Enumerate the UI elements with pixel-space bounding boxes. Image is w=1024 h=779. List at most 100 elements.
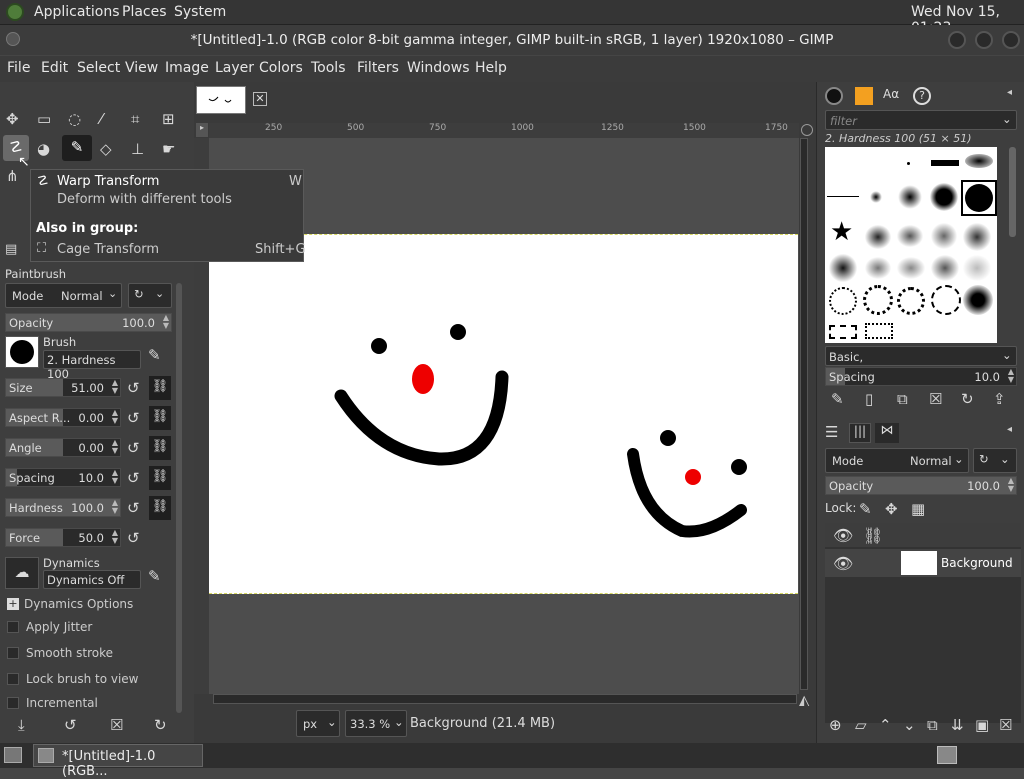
channels-tab-icon[interactable]: ||| bbox=[849, 423, 871, 443]
layer-opacity-slider[interactable]: Opacity 100.0 ▲ ▼ bbox=[825, 476, 1017, 495]
layers-list[interactable]: 👁 ⛓ 👁 Background bbox=[825, 523, 1021, 723]
reset-icon[interactable]: ↺ bbox=[127, 529, 140, 547]
patterns-tab-icon[interactable] bbox=[855, 87, 873, 105]
brush-grid[interactable]: ★ bbox=[825, 147, 997, 343]
close-button[interactable] bbox=[1002, 31, 1020, 49]
hardness-slider[interactable]: Hardness 100.0 ▲ ▼ bbox=[5, 498, 121, 517]
edit-dynamics-icon[interactable]: ✎ bbox=[148, 567, 161, 585]
layers-tab-icon[interactable]: ☰ bbox=[825, 423, 838, 441]
menu-select[interactable]: Select bbox=[77, 60, 120, 76]
visibility-eye-icon[interactable]: 👁 bbox=[833, 554, 853, 573]
smooth-stroke-checkbox[interactable] bbox=[7, 647, 19, 659]
dynamics-preview[interactable]: ☁ bbox=[5, 557, 39, 589]
new-group-icon[interactable]: ▱ bbox=[855, 716, 867, 734]
menu-view[interactable]: View bbox=[125, 60, 158, 76]
spin-arrows-icon[interactable]: ▲ ▼ bbox=[112, 529, 118, 545]
show-desktop-icon[interactable] bbox=[4, 747, 22, 763]
spin-arrows-icon[interactable]: ▲ ▼ bbox=[163, 314, 169, 330]
lasso-icon[interactable]: ◌ bbox=[68, 110, 81, 128]
minimize-button[interactable] bbox=[948, 31, 966, 49]
quick-mask-corner-icon[interactable]: ▸ bbox=[196, 123, 208, 137]
menu-tools[interactable]: Tools bbox=[311, 60, 346, 76]
zoom-select[interactable]: 33.3 % ⌄ bbox=[345, 710, 407, 737]
lock-position-icon[interactable]: ✥ bbox=[885, 500, 898, 518]
paths-icon[interactable]: ⋔ bbox=[6, 167, 19, 185]
zoom-canvas-icon[interactable] bbox=[801, 124, 813, 136]
lock-brush-checkbox[interactable] bbox=[7, 673, 19, 685]
layer-mode-select[interactable]: Mode Normal ⌄ bbox=[825, 448, 969, 473]
duplicate-brush-icon[interactable]: ⧉ bbox=[897, 390, 908, 408]
reset-icon[interactable]: ↺ bbox=[127, 439, 140, 457]
link-chain-icon[interactable]: ⛓ bbox=[149, 496, 171, 520]
merge-layer-icon[interactable]: ⇊ bbox=[951, 716, 964, 734]
aspect-ratio-slider[interactable]: Aspect R... 0.00 ▲ ▼ bbox=[5, 408, 121, 427]
menu-image[interactable]: Image bbox=[165, 60, 209, 76]
brush-as-image-icon[interactable]: ⇪ bbox=[993, 390, 1006, 408]
refresh-brushes-icon[interactable]: ↻ bbox=[961, 390, 974, 408]
apply-jitter-label[interactable]: Apply Jitter bbox=[26, 620, 92, 634]
reset-icon[interactable]: ↺ bbox=[127, 469, 140, 487]
size-slider[interactable]: Size 51.00 ▲ ▼ bbox=[5, 378, 121, 397]
apply-jitter-checkbox[interactable] bbox=[7, 621, 19, 633]
taskbar-item[interactable]: *[Untitled]-1.0 (RGB... bbox=[33, 744, 203, 779]
expander-plus-icon[interactable]: + bbox=[7, 598, 19, 610]
duplicate-layer-icon[interactable]: ⧉ bbox=[927, 716, 938, 734]
horizontal-ruler[interactable]: 250 500 750 1000 1250 1500 1750 bbox=[209, 123, 799, 138]
workspace-switcher-icon[interactable] bbox=[937, 746, 957, 764]
dynamics-options-label[interactable]: Dynamics Options bbox=[24, 597, 133, 611]
move-icon[interactable]: ✥ bbox=[6, 110, 19, 128]
menu-filters[interactable]: Filters bbox=[357, 60, 399, 76]
system-menu[interactable]: System bbox=[174, 4, 226, 20]
brush-tag-select[interactable]: Basic, ⌄ bbox=[825, 346, 1017, 366]
mode-reset-select[interactable]: ↻ ⌄ bbox=[128, 283, 172, 308]
crop-icon[interactable]: ⌗ bbox=[131, 110, 139, 128]
mode-select[interactable]: Mode Normal ⌄ bbox=[5, 283, 122, 308]
dock-menu-icon[interactable]: ◂ bbox=[1007, 424, 1012, 435]
smooth-stroke-label[interactable]: Smooth stroke bbox=[26, 646, 113, 660]
fonts-tab-icon[interactable]: Aα bbox=[883, 87, 899, 101]
unit-select[interactable]: px ⌄ bbox=[296, 710, 340, 737]
raise-layer-icon[interactable]: ⌃ bbox=[879, 716, 892, 734]
brush-name-field[interactable]: 2. Hardness 100 bbox=[43, 350, 141, 381]
angle-slider[interactable]: Angle 0.00 ▲ ▼ bbox=[5, 438, 121, 457]
lock-alpha-icon[interactable]: ▦ bbox=[911, 500, 925, 518]
incremental-label[interactable]: Incremental bbox=[26, 696, 98, 710]
edit-brush-icon[interactable]: ✎ bbox=[148, 346, 161, 364]
menu-windows[interactable]: Windows bbox=[407, 60, 470, 76]
edit-brush-icon[interactable]: ✎ bbox=[831, 390, 844, 408]
spacing-slider[interactable]: Spacing 10.0 ▲ ▼ bbox=[5, 468, 121, 487]
layer-mode-reset[interactable]: ↻ ⌄ bbox=[973, 448, 1017, 473]
spin-arrows-icon[interactable]: ▲ ▼ bbox=[112, 499, 118, 515]
layer-name[interactable]: Background bbox=[941, 556, 1013, 570]
paths-tab-icon[interactable]: ⋈ bbox=[875, 423, 899, 443]
lock-brush-label[interactable]: Lock brush to view bbox=[26, 672, 139, 686]
reset-icon[interactable]: ↺ bbox=[127, 409, 140, 427]
delete-brush-icon[interactable]: ☒ bbox=[929, 390, 942, 408]
new-brush-icon[interactable]: ▯ bbox=[865, 390, 873, 408]
dynamics-name-field[interactable]: Dynamics Off bbox=[43, 570, 141, 589]
new-layer-icon[interactable]: ⊕ bbox=[829, 716, 842, 734]
delete-layer-icon[interactable]: ☒ bbox=[999, 716, 1012, 734]
smudge-icon[interactable]: ☛ bbox=[162, 140, 175, 158]
delete-options-icon[interactable]: ☒ bbox=[110, 716, 123, 734]
lock-pixels-icon[interactable]: ✎ bbox=[859, 500, 872, 518]
brush-filter-input[interactable]: filter ⌄ bbox=[825, 110, 1017, 130]
menu-colors[interactable]: Colors bbox=[259, 60, 303, 76]
brush-grid-scrollbar[interactable] bbox=[1009, 147, 1016, 237]
paintbrush-icon[interactable]: ✎ bbox=[62, 135, 92, 161]
spin-arrows-icon[interactable]: ▲ ▼ bbox=[112, 439, 118, 455]
reset-icon[interactable]: ↺ bbox=[127, 379, 140, 397]
link-chain-icon[interactable]: ⛓ bbox=[149, 436, 171, 460]
link-chain-icon[interactable]: ⛓ bbox=[149, 406, 171, 430]
brush-preview[interactable] bbox=[5, 336, 39, 368]
incremental-checkbox[interactable] bbox=[7, 697, 19, 709]
horizontal-scrollbar[interactable] bbox=[213, 694, 797, 704]
image-canvas[interactable] bbox=[209, 234, 798, 594]
help-tab-icon[interactable]: ? bbox=[913, 87, 931, 105]
spin-arrows-icon[interactable]: ▲ ▼ bbox=[112, 469, 118, 485]
clone-icon[interactable]: ⊥ bbox=[131, 140, 144, 158]
brushes-tab-icon[interactable] bbox=[825, 87, 843, 105]
menu-help[interactable]: Help bbox=[475, 60, 507, 76]
image-tab[interactable] bbox=[196, 86, 246, 114]
reset-icon[interactable]: ↺ bbox=[127, 499, 140, 517]
